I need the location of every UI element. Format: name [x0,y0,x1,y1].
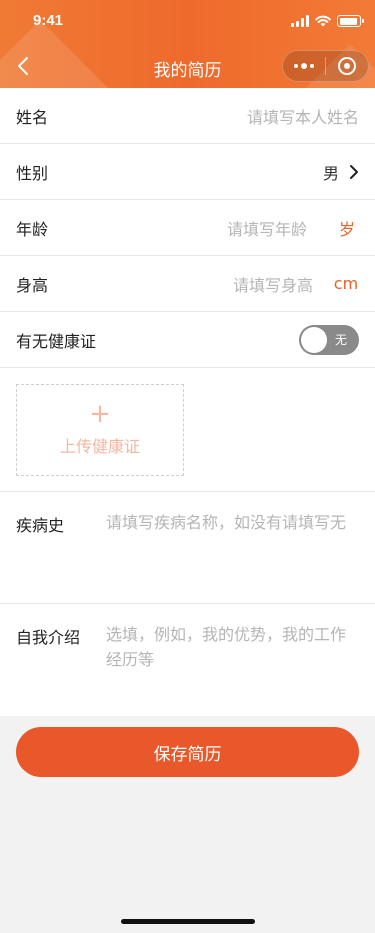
disease-label: 疾病史 [16,516,65,535]
resume-form: 姓名 请填写本人姓名 性别 男 年龄 请填写年龄 岁 身高 请填写身高 cm 有… [0,88,375,716]
miniprogram-capsule [282,50,369,82]
save-resume-button[interactable]: 保存简历 [16,727,359,777]
upload-area: + 上传健康证 [0,368,375,492]
more-icon[interactable] [283,51,325,81]
toggle-knob [301,326,327,353]
height-row: 身高 请填写身高 cm [0,256,375,312]
name-row: 姓名 请填写本人姓名 [0,88,375,144]
nav-bar: 我的简历 [0,44,375,88]
disease-row: 疾病史 请填写疾病名称，如没有请填写无 [0,492,375,604]
name-label: 姓名 [16,107,49,127]
close-miniprogram-icon[interactable] [326,51,368,81]
health-cert-label: 有无健康证 [16,331,97,351]
name-input[interactable]: 请填写本人姓名 [247,104,359,128]
age-input[interactable]: 请填写年龄 [227,216,307,240]
intro-label: 自我介绍 [16,628,81,647]
status-time: 9:41 [33,12,64,29]
gender-row[interactable]: 性别 男 [0,144,375,200]
height-label: 身高 [16,275,49,295]
wifi-icon [315,15,331,27]
status-bar: 9:41 [0,0,375,44]
home-indicator [121,919,255,924]
height-unit: cm [333,274,359,293]
age-label: 年龄 [16,219,49,239]
disease-textarea[interactable]: 请填写疾病名称，如没有请填写无 [106,510,351,535]
height-input[interactable]: 请填写身高 [233,272,313,296]
upload-health-cert-button[interactable]: + 上传健康证 [16,384,184,476]
battery-icon [337,15,364,27]
plus-icon: + [89,399,111,429]
header: 9:41 我的简历 [0,0,375,88]
age-row: 年龄 请填写年龄 岁 [0,200,375,256]
intro-textarea[interactable]: 选填，例如，我的优势，我的工作经历等 [106,622,351,672]
upload-label: 上传健康证 [59,437,140,456]
toggle-label: 无 [334,332,347,347]
intro-row: 自我介绍 选填，例如，我的优势，我的工作经历等 [0,604,375,716]
gender-value[interactable]: 男 [323,160,339,184]
gender-label: 性别 [16,163,49,183]
status-icons [291,14,364,28]
health-cert-row: 有无健康证 无 [0,312,375,368]
health-cert-toggle[interactable]: 无 [299,324,359,355]
age-unit: 岁 [338,219,355,239]
chevron-right-icon [350,164,358,179]
signal-icon [291,15,309,27]
